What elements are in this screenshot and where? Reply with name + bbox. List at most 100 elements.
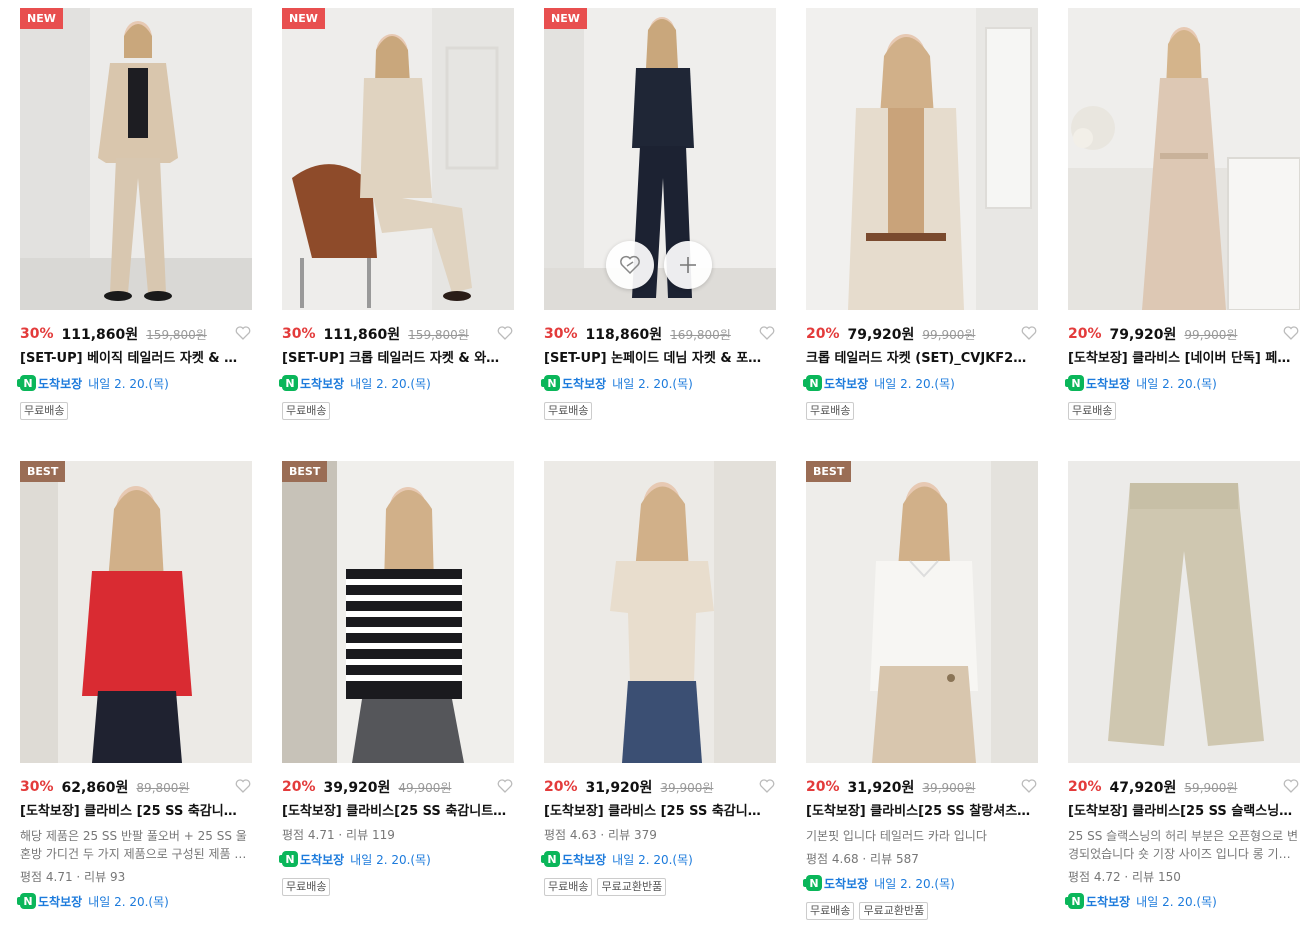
product-image[interactable] xyxy=(544,461,776,763)
product-title[interactable]: [도착보장] 클라비스[25 SS 찰랑셔츠] 기본핏 셔츠 xyxy=(806,803,1034,821)
product-image[interactable]: BEST xyxy=(806,461,1038,763)
product-image[interactable]: BEST xyxy=(20,461,252,763)
original-price: 39,900원 xyxy=(660,780,714,795)
product-title[interactable]: [도착보장] 클라비스 [네이버 단독] 페미닌 셔츠 원피스 xyxy=(1068,350,1296,368)
heart-icon[interactable] xyxy=(496,777,514,795)
tag-free-return: 무료교환반품 xyxy=(859,902,929,920)
rating-review: 평점 4.71 · 리뷰 93 xyxy=(20,870,126,884)
delivery-label: 도착보장 xyxy=(824,376,869,391)
product-title[interactable]: [SET-UP] 크롭 테일러드 자켓 & 와이드 팬츠 xyxy=(282,350,510,368)
product-title[interactable]: [SET-UP] 논페이드 데님 자켓 & 포켓 와이드 팬츠 xyxy=(544,350,772,368)
plus-icon xyxy=(680,257,696,273)
heart-icon[interactable] xyxy=(234,777,252,795)
tag-free-shipping: 무료배송 xyxy=(806,402,855,420)
product-image[interactable] xyxy=(1068,461,1300,763)
product-image[interactable] xyxy=(806,8,1038,310)
product-image[interactable]: BEST xyxy=(282,461,514,763)
naver-n-icon: N xyxy=(1065,375,1084,391)
product-photo xyxy=(282,461,514,763)
delivery-guarantee: N 도착보장 내일 2. 20.(목) xyxy=(279,374,514,392)
zzim-button[interactable] xyxy=(606,241,654,289)
product-title[interactable]: [도착보장] 클라비스 [25 SS 축감니트] 반팔 풀오버 xyxy=(544,803,772,821)
delivery-guarantee: N 도착보장 내일 2. 20.(목) xyxy=(803,374,1038,392)
delivery-label: 도착보장 xyxy=(38,376,83,391)
heart-icon[interactable] xyxy=(1020,777,1038,795)
product-card[interactable]: BEST 20% 31,920원 39,900원 [도착보장] 클라비스[25 … xyxy=(803,461,1038,920)
discount-rate: 20% xyxy=(1068,779,1102,795)
product-card[interactable]: NEW 30% 111,860원 159,800원 [SET-UP] 베이직 테… xyxy=(17,8,252,420)
product-card[interactable]: NEW 30% 111,860원 159,800원 [SET-UP] 크롭 테일… xyxy=(279,8,514,420)
delivery-date: 내일 2. 20.(목) xyxy=(350,376,431,391)
product-title[interactable]: [도착보장] 클라비스[25 SS 슬랙스닝] 오픈형 와이드 슬랙스 xyxy=(1068,803,1296,821)
naver-n-icon: N xyxy=(1065,893,1084,909)
product-image[interactable]: NEW xyxy=(20,8,252,310)
delivery-label: 도착보장 xyxy=(38,894,83,909)
original-price: 89,800원 xyxy=(136,780,190,795)
product-card[interactable]: NEW 30% 118,860원 169,800원 [SET-UP] 논페이드 … xyxy=(541,8,776,420)
heart-icon[interactable] xyxy=(1282,777,1300,795)
heart-icon[interactable] xyxy=(1282,324,1300,342)
delivery-date: 내일 2. 20.(목) xyxy=(874,376,955,391)
delivery-guarantee: N 도착보장 내일 2. 20.(목) xyxy=(1065,892,1300,910)
discount-rate: 30% xyxy=(20,779,54,795)
sale-price: 79,920원 xyxy=(847,327,915,343)
badge-best: BEST xyxy=(20,461,66,482)
naver-n-icon: N xyxy=(279,375,298,391)
rating-review: 평점 4.71 · 리뷰 119 xyxy=(282,828,395,842)
heart-icon[interactable] xyxy=(496,324,514,342)
original-price: 99,900원 xyxy=(922,327,976,342)
discount-rate: 30% xyxy=(282,326,316,342)
product-card[interactable]: 20% 79,920원 99,900원 크롭 테일러드 자켓 (SET)_CVJ… xyxy=(803,8,1038,420)
product-image[interactable]: NEW xyxy=(282,8,514,310)
product-title[interactable]: 크롭 테일러드 자켓 (SET)_CVJKF2302M xyxy=(806,350,1034,368)
delivery-date: 내일 2. 20.(목) xyxy=(874,876,955,891)
naver-n-icon: N xyxy=(803,875,822,891)
badge-best: BEST xyxy=(806,461,852,482)
naver-n-icon: N xyxy=(17,893,36,909)
add-button[interactable] xyxy=(664,241,712,289)
discount-rate: 30% xyxy=(544,326,578,342)
heart-icon[interactable] xyxy=(758,324,776,342)
product-card[interactable]: 20% 79,920원 99,900원 [도착보장] 클라비스 [네이버 단독]… xyxy=(1065,8,1300,420)
delivery-label: 도착보장 xyxy=(562,376,607,391)
delivery-guarantee: N 도착보장 내일 2. 20.(목) xyxy=(541,850,776,868)
product-title[interactable]: [도착보장] 클라비스[25 SS 축감니트] 울혼방 스트라이프 가디건 xyxy=(282,803,510,821)
product-title[interactable]: [도착보장] 클라비스 [25 SS 축감니트 SET] 가디건 xyxy=(20,803,248,821)
heart-icon[interactable] xyxy=(234,324,252,342)
sale-price: 111,860원 xyxy=(323,327,401,343)
product-description: 25 SS 슬랙스닝의 허리 부분은 오픈형으로 변경되었습니다 숏 기장 사이… xyxy=(1068,829,1299,861)
product-image[interactable]: NEW xyxy=(544,8,776,310)
original-price: 49,900원 xyxy=(398,780,452,795)
rating-review: 평점 4.72 · 리뷰 150 xyxy=(1068,870,1181,884)
original-price: 99,900원 xyxy=(1184,327,1238,342)
product-title[interactable]: [SET-UP] 베이직 테일러드 자켓 & 베이지 와이드 팬츠 xyxy=(20,350,248,368)
naver-n-icon: N xyxy=(803,375,822,391)
delivery-label: 도착보장 xyxy=(1086,376,1131,391)
product-photo xyxy=(20,8,252,310)
badge-new: NEW xyxy=(20,8,63,29)
delivery-date: 내일 2. 20.(목) xyxy=(1136,894,1217,909)
tag-free-shipping: 무료배송 xyxy=(544,402,593,420)
original-price: 159,800원 xyxy=(408,327,469,342)
product-photo xyxy=(20,461,252,763)
heart-icon[interactable] xyxy=(758,777,776,795)
rating-review: 평점 4.63 · 리뷰 379 xyxy=(544,828,657,842)
sale-price: 62,860원 xyxy=(61,780,129,796)
tag-free-shipping: 무료배송 xyxy=(1068,402,1117,420)
original-price: 39,900원 xyxy=(922,780,976,795)
product-card[interactable]: BEST 20% 39,920원 49,900원 [도착보장] 클라비스[25 … xyxy=(279,461,514,896)
product-card[interactable]: 20% 31,920원 39,900원 [도착보장] 클라비스 [25 SS 축… xyxy=(541,461,776,896)
delivery-label: 도착보장 xyxy=(300,852,345,867)
product-image[interactable] xyxy=(1068,8,1300,310)
naver-n-icon: N xyxy=(541,375,560,391)
rating-review: 평점 4.68 · 리뷰 587 xyxy=(806,852,919,866)
product-card[interactable]: BEST 30% 62,860원 89,800원 [도착보장] 클라비스 [25… xyxy=(17,461,252,910)
tag-free-shipping: 무료배송 xyxy=(282,402,331,420)
sale-price: 79,920원 xyxy=(1109,327,1177,343)
product-card[interactable]: 20% 47,920원 59,900원 [도착보장] 클라비스[25 SS 슬랙… xyxy=(1065,461,1300,910)
original-price: 169,800원 xyxy=(670,327,731,342)
delivery-guarantee: N 도착보장 내일 2. 20.(목) xyxy=(1065,374,1300,392)
heart-icon[interactable] xyxy=(1020,324,1038,342)
delivery-guarantee: N 도착보장 내일 2. 20.(목) xyxy=(17,892,252,910)
discount-rate: 30% xyxy=(20,326,54,342)
